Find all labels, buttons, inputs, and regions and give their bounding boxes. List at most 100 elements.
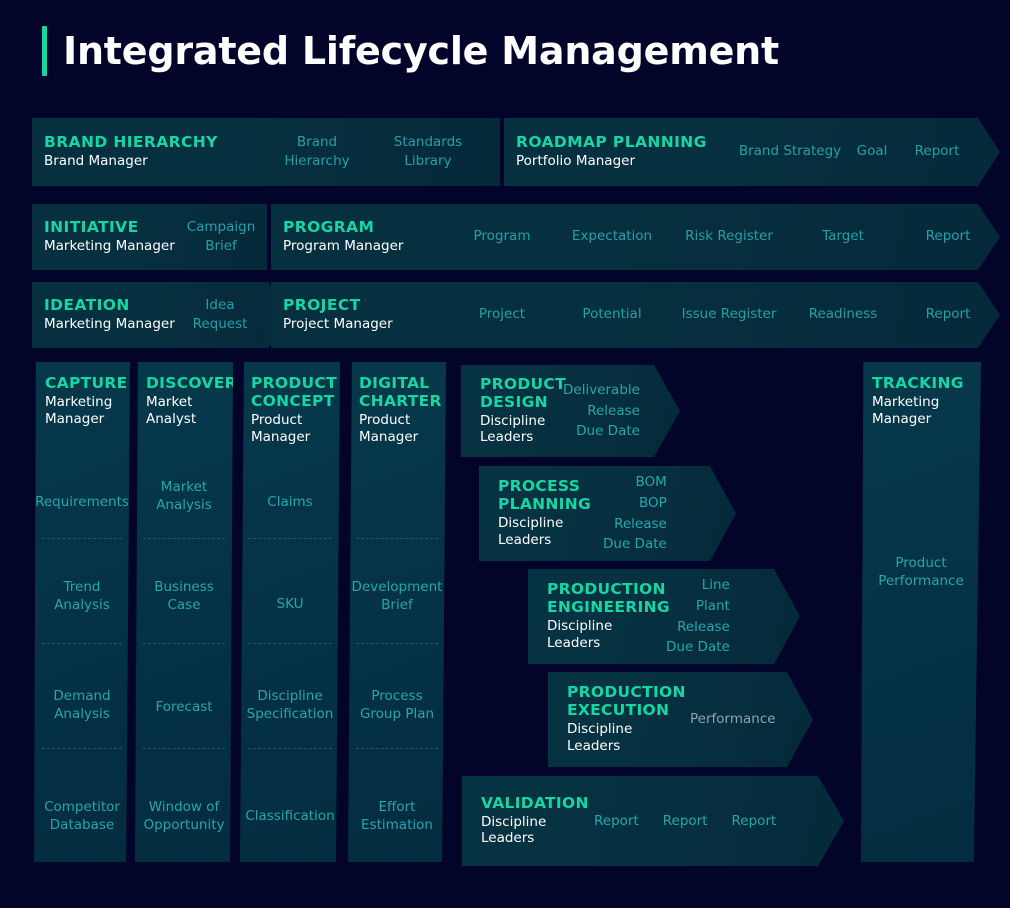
tag-report[interactable]: Report: [896, 227, 1000, 246]
page-title-text: Integrated Lifecycle Management: [63, 29, 779, 73]
stage-title: PRODUCT DESIGN: [480, 374, 566, 411]
cell-effort-estimation[interactable]: Effort Estimation: [348, 794, 446, 840]
stage-process-planning[interactable]: PROCESS PLANNING Discipline Leaders BOM …: [479, 466, 736, 561]
stage-production-execution[interactable]: PRODUCTION EXECUTION Discipline Leaders …: [548, 672, 813, 767]
stage-production-execution-head: PRODUCTION EXECUTION Discipline Leaders: [548, 684, 678, 755]
cell-claims[interactable]: Claims: [240, 482, 340, 524]
stage-production-engineering[interactable]: PRODUCTION ENGINEERING Discipline Leader…: [528, 569, 800, 664]
cell-business-case[interactable]: Business Case: [135, 574, 233, 620]
column-divider: [42, 748, 122, 749]
tag-standards-library[interactable]: Standards Library: [372, 133, 484, 171]
cell-demand-analysis[interactable]: Demand Analysis: [34, 683, 130, 729]
column-product-concept[interactable]: PRODUCT CONCEPT Product Manager Claims S…: [240, 362, 340, 862]
stage-role: Discipline Leaders: [547, 618, 613, 651]
stage-validation-head: VALIDATION Discipline Leaders: [462, 795, 590, 848]
cell-discipline-specification[interactable]: Discipline Specification: [240, 683, 340, 729]
tag-release[interactable]: Release: [677, 617, 730, 638]
tag-performance[interactable]: Performance: [690, 709, 776, 730]
column-divider: [143, 748, 225, 749]
banner-roadmap-planning-tags: Brand Strategy Goal Report: [736, 142, 1000, 161]
banner-ideation[interactable]: IDEATION Marketing Manager Idea Request: [32, 282, 294, 348]
tag-bop[interactable]: BOP: [639, 493, 667, 514]
column-divider: [356, 748, 438, 749]
column-digital-charter[interactable]: DIGITAL CHARTER Product Manager Developm…: [348, 362, 446, 862]
banner-project[interactable]: PROJECT Project Manager Project Potentia…: [271, 282, 1000, 348]
tag-expectation[interactable]: Expectation: [556, 227, 668, 246]
tag-goal[interactable]: Goal: [844, 142, 900, 161]
banner-brand-hierarchy[interactable]: BRAND HIERARCHY Brand Manager Brand Hier…: [32, 118, 500, 186]
cell-classification[interactable]: Classification: [240, 796, 340, 838]
tag-brand-hierarchy[interactable]: Brand Hierarchy: [262, 133, 372, 171]
banner-roadmap-planning[interactable]: ROADMAP PLANNING Portfolio Manager Brand…: [504, 118, 1000, 186]
cell-window-of-opportunity[interactable]: Window of Opportunity: [135, 794, 233, 840]
column-tracking[interactable]: TRACKING Marketing Manager Product Perfo…: [861, 362, 981, 862]
column-divider: [42, 538, 122, 539]
title-accent-bar: [42, 26, 47, 76]
banner-brand-hierarchy-head: BRAND HIERARCHY Brand Manager: [32, 132, 262, 171]
tag-report[interactable]: Report: [900, 142, 974, 161]
tag-program[interactable]: Program: [448, 227, 556, 246]
tag-potential[interactable]: Potential: [556, 305, 668, 324]
banner-title: PROGRAM: [283, 217, 375, 236]
stage-product-design-head: PRODUCT DESIGN Discipline Leaders: [461, 376, 561, 447]
banner-role: Portfolio Manager: [516, 153, 636, 170]
tag-report-1[interactable]: Report: [594, 811, 639, 832]
banner-title: INITIATIVE: [44, 217, 139, 236]
column-role: Marketing Manager: [45, 393, 113, 427]
tag-plant[interactable]: Plant: [696, 596, 730, 617]
cell-process-group-plan[interactable]: Process Group Plan: [348, 683, 446, 729]
banner-program-head: PROGRAM Program Manager: [271, 219, 448, 256]
tag-line[interactable]: Line: [702, 575, 730, 596]
lifecycle-diagram: Integrated Lifecycle Management BRAND HI…: [0, 0, 1010, 908]
column-divider: [248, 538, 332, 539]
tag-readiness[interactable]: Readiness: [790, 305, 896, 324]
column-capture[interactable]: CAPTURE Marketing Manager Requirements T…: [34, 362, 130, 862]
banner-project-head: PROJECT Project Manager: [271, 297, 448, 334]
stage-role: Discipline Leaders: [481, 813, 547, 847]
column-title: CAPTURE: [45, 374, 128, 392]
tag-brand-strategy[interactable]: Brand Strategy: [736, 142, 844, 161]
stage-process-planning-tags: BOM BOP Release Due Date: [603, 472, 667, 554]
banner-initiative-tags: Campaign Brief: [178, 218, 267, 256]
banner-title: BRAND HIERARCHY: [44, 132, 218, 151]
stage-role: Discipline Leaders: [567, 721, 633, 754]
tag-report-2[interactable]: Report: [663, 811, 708, 832]
tag-bom[interactable]: BOM: [636, 472, 667, 493]
column-divider: [143, 538, 225, 539]
tag-due-date[interactable]: Due Date: [666, 637, 730, 658]
column-discover[interactable]: DISCOVER Market Analyst Market Analysis …: [135, 362, 233, 862]
cell-sku[interactable]: SKU: [240, 584, 340, 626]
tag-risk-register[interactable]: Risk Register: [668, 227, 790, 246]
banner-role: Marketing Manager: [44, 316, 175, 333]
stage-production-engineering-tags: Line Plant Release Due Date: [666, 575, 730, 657]
tag-report-3[interactable]: Report: [732, 811, 777, 832]
banner-program[interactable]: PROGRAM Program Manager Program Expectat…: [271, 204, 1000, 270]
tag-target[interactable]: Target: [790, 227, 896, 246]
stage-validation[interactable]: VALIDATION Discipline Leaders Report Rep…: [462, 776, 844, 866]
banner-ideation-head: IDEATION Marketing Manager: [32, 297, 178, 334]
banner-initiative[interactable]: INITIATIVE Marketing Manager Campaign Br…: [32, 204, 267, 270]
tag-due-date[interactable]: Due Date: [576, 421, 640, 442]
column-divider: [356, 538, 438, 539]
cell-product-performance[interactable]: Product Performance: [861, 550, 981, 596]
tag-campaign-brief[interactable]: Campaign Brief: [178, 218, 264, 256]
tag-release[interactable]: Release: [614, 514, 667, 535]
banner-role: Project Manager: [283, 316, 393, 333]
tag-idea-request[interactable]: Idea Request: [178, 296, 262, 334]
tag-issue-register[interactable]: Issue Register: [668, 305, 790, 324]
stage-product-design[interactable]: PRODUCT DESIGN Discipline Leaders Delive…: [461, 365, 680, 457]
cell-development-brief[interactable]: Development Brief: [348, 574, 446, 620]
cell-requirements[interactable]: Requirements: [34, 482, 130, 524]
tag-project[interactable]: Project: [448, 305, 556, 324]
banner-title: IDEATION: [44, 295, 130, 314]
cell-market-analysis[interactable]: Market Analysis: [135, 474, 233, 520]
cell-trend-analysis[interactable]: Trend Analysis: [34, 574, 130, 620]
tag-report[interactable]: Report: [896, 305, 1000, 324]
cell-competitor-database[interactable]: Competitor Database: [34, 794, 130, 840]
column-role: Market Analyst: [146, 393, 197, 427]
cell-forecast[interactable]: Forecast: [135, 687, 233, 729]
banner-roadmap-planning-head: ROADMAP PLANNING Portfolio Manager: [504, 134, 736, 171]
tag-deliverable[interactable]: Deliverable: [563, 380, 640, 401]
tag-release[interactable]: Release: [587, 401, 640, 422]
tag-due-date[interactable]: Due Date: [603, 534, 667, 555]
